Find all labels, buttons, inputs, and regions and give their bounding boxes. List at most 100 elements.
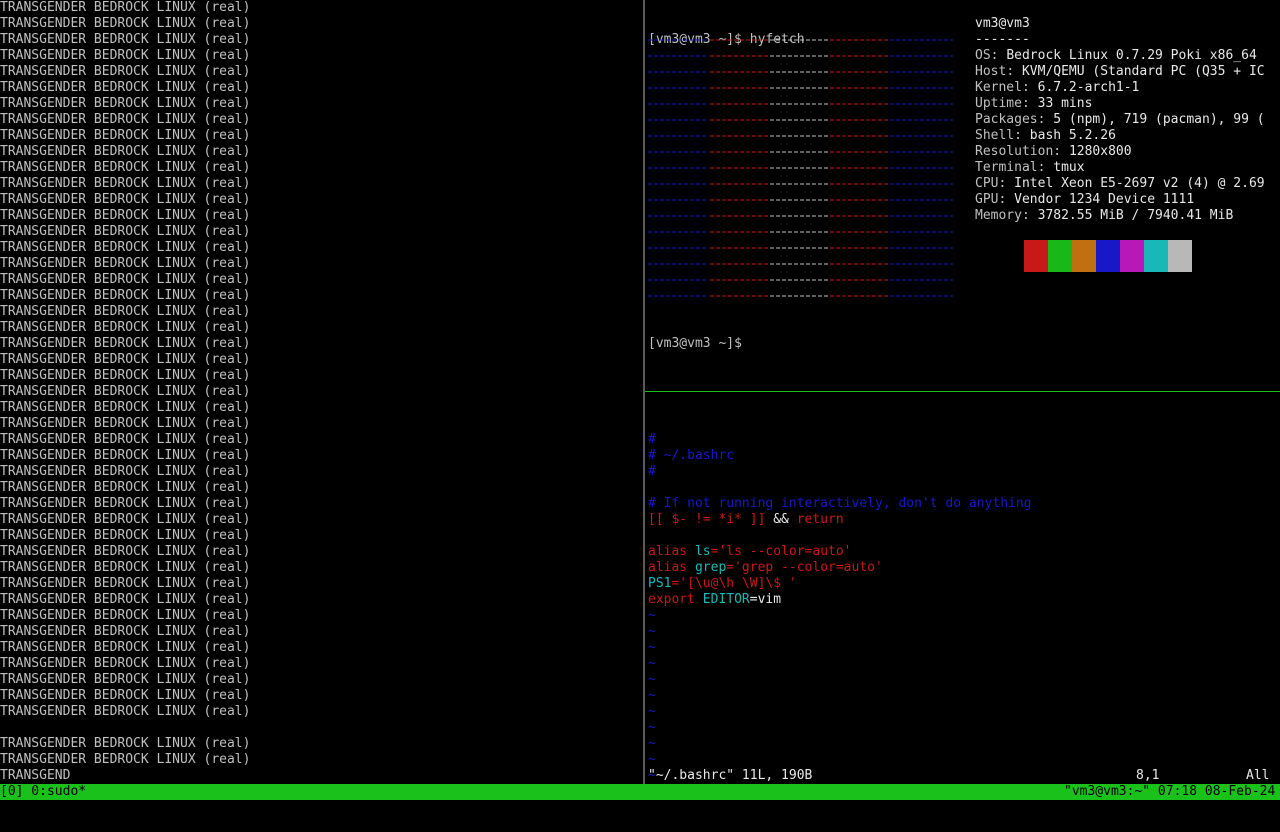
terminal-output-line: TRANSGENDER BEDROCK LINUX (real) <box>0 512 251 527</box>
terminal-output-line: TRANSGENDER BEDROCK LINUX (real) <box>0 704 251 719</box>
terminal-output-line: TRANSGENDER BEDROCK LINUX (real) <box>0 624 251 639</box>
terminal-output-line: TRANSGENDER BEDROCK LINUX (real) <box>0 96 251 111</box>
left-terminal-pane[interactable]: TRANSGENDER BEDROCK LINUX (real) TRANSGEN… <box>0 0 642 784</box>
fetch-info-row: CPU: Intel Xeon E5-2697 v2 (4) @ 2.69 <box>975 176 1265 191</box>
bedrock-logo-art <box>648 39 953 297</box>
color-swatch <box>1096 240 1120 272</box>
fetch-info-key: Terminal <box>975 160 1038 175</box>
fetch-info-key: Kernel <box>975 80 1022 95</box>
color-swatch <box>1000 240 1024 272</box>
fetch-separator: ------- <box>975 32 1030 47</box>
horizontal-pane-divider[interactable] <box>645 391 1280 392</box>
vim-buffer-line: # <box>648 464 1280 480</box>
fetch-info-value: 3782.55 MiB / 7940.41 MiB <box>1037 208 1234 223</box>
terminal-output-line: TRANSGENDER BEDROCK LINUX (real) <box>0 496 251 511</box>
fetch-title: vm3@vm3 <box>975 16 1030 31</box>
terminal-output-line: TRANSGENDER BEDROCK LINUX (real) <box>0 464 251 479</box>
fetch-info-row: Packages: 5 (npm), 719 (pacman), 99 ( <box>975 112 1265 127</box>
fetch-info-key: Shell <box>975 128 1015 143</box>
vim-token: ='ls --color=auto' <box>710 544 852 559</box>
vim-empty-line-marker: ~ <box>648 656 656 671</box>
fetch-info-value: Vendor 1234 Device 1111 <box>1014 192 1195 207</box>
terminal-output-line: TRANSGEND <box>0 768 71 783</box>
vim-token: alias <box>648 544 695 559</box>
vim-empty-line-marker: ~ <box>648 704 656 719</box>
vim-empty-line-marker: ~ <box>648 608 656 623</box>
vim-token: # If not running interactively, don't do… <box>648 496 1032 511</box>
terminal-output-line: TRANSGENDER BEDROCK LINUX (real) <box>0 320 251 335</box>
color-swatch <box>1168 240 1192 272</box>
vim-token: EDITOR <box>702 592 750 607</box>
vim-token: PS1 <box>648 576 672 591</box>
terminal-output-line: TRANSGENDER BEDROCK LINUX (real) <box>0 656 251 671</box>
vim-buffer-line: alias ls='ls --color=auto' <box>648 544 1280 560</box>
terminal-output-line: TRANSGENDER BEDROCK LINUX (real) <box>0 48 251 63</box>
color-swatch <box>1120 240 1144 272</box>
fetch-info-row: Uptime: 33 mins <box>975 96 1093 111</box>
fetch-info-row: Resolution: 1280x800 <box>975 144 1132 159</box>
vim-empty-line-marker: ~ <box>648 672 656 687</box>
fetch-info-row: Shell: bash 5.2.26 <box>975 128 1116 143</box>
terminal-output-line: TRANSGENDER BEDROCK LINUX (real) <box>0 112 251 127</box>
fetch-info-row: Host: KVM/QEMU (Standard PC (Q35 + IC <box>975 64 1265 79</box>
terminal-output-line: TRANSGENDER BEDROCK LINUX (real) <box>0 64 251 79</box>
vim-file-status: "~/.bashrc" 11L, 190B <box>648 768 813 783</box>
vim-buffer-line <box>648 528 1280 544</box>
terminal-output-line: TRANSGENDER BEDROCK LINUX (real) <box>0 272 251 287</box>
vim-empty-line-marker: ~ <box>648 688 656 703</box>
color-swatch <box>1072 240 1096 272</box>
terminal-output-line: TRANSGENDER BEDROCK LINUX (real) <box>0 544 251 559</box>
tmux-status-bar: [0] 0:sudo* "vm3@vm3:~" 07:18 08-Feb-24 <box>0 784 1280 800</box>
vim-token: grep <box>694 560 727 575</box>
vim-buffer-line: [[ $- != *i* ]] && return <box>648 512 1280 528</box>
fetch-info-value: KVM/QEMU (Standard PC (Q35 + IC <box>1021 64 1265 79</box>
color-swatch <box>1144 240 1168 272</box>
terminal-output-line: TRANSGENDER BEDROCK LINUX (real) <box>0 640 251 655</box>
terminal-output-line: TRANSGENDER BEDROCK LINUX (real) <box>0 192 251 207</box>
terminal-output-line: TRANSGENDER BEDROCK LINUX (real) <box>0 448 251 463</box>
tmux-session-window[interactable]: [0] 0:sudo* <box>0 784 86 800</box>
terminal-output-line: TRANSGENDER BEDROCK LINUX (real) <box>0 336 251 351</box>
fetch-info-value: 6.7.2-arch1-1 <box>1037 80 1140 95</box>
vim-editor-pane[interactable]: # # ~/.bashrc # # If not running interactiv… <box>648 400 1280 784</box>
fetch-info-row: GPU: Vendor 1234 Device 1111 <box>975 192 1195 207</box>
fetch-info-value: 1280x800 <box>1068 144 1132 159</box>
vim-buffer-line: # <box>648 432 1280 448</box>
vim-empty-line-marker: ~ <box>648 720 656 735</box>
vim-token: ='grep --color=auto' <box>726 560 883 575</box>
vim-token: # <box>648 432 656 447</box>
fetch-info-value: bash 5.2.26 <box>1029 128 1116 143</box>
terminal-output-line: TRANSGENDER BEDROCK LINUX (real) <box>0 736 251 751</box>
fetch-info-row: Kernel: 6.7.2-arch1-1 <box>975 80 1140 95</box>
terminal-output-line: TRANSGENDER BEDROCK LINUX (real) <box>0 80 251 95</box>
fetch-info-key: Resolution <box>975 144 1054 159</box>
vim-token: [[ $- != *i* ]] <box>648 512 766 527</box>
vim-token: ls <box>694 544 711 559</box>
fetch-info-row: OS: Bedrock Linux 0.7.29 Poki x86_64 <box>975 48 1257 63</box>
terminal-output-line: TRANSGENDER BEDROCK LINUX (real) <box>0 160 251 175</box>
terminal-output-line: TRANSGENDER BEDROCK LINUX (real) <box>0 368 251 383</box>
vertical-pane-divider[interactable] <box>643 0 645 784</box>
terminal-output-line: TRANSGENDER BEDROCK LINUX (real) <box>0 128 251 143</box>
terminal-output-line: TRANSGENDER BEDROCK LINUX (real) <box>0 176 251 191</box>
terminal-output-line: TRANSGENDER BEDROCK LINUX (real) <box>0 304 251 319</box>
vim-scroll-indicator: All <box>1246 768 1270 783</box>
vim-buffer-line: PS1='[\u@\h \W]\$ ' <box>648 576 1280 592</box>
vim-buffer-line: # ~/.bashrc <box>648 448 1280 464</box>
terminal-output-line: TRANSGENDER BEDROCK LINUX (real) <box>0 400 251 415</box>
vim-token: && <box>765 512 797 527</box>
terminal-output-line: TRANSGENDER BEDROCK LINUX (real) <box>0 416 251 431</box>
vim-token: export <box>648 592 703 607</box>
fetch-info-value: tmux <box>1053 160 1085 175</box>
color-swatch <box>1024 240 1048 272</box>
terminal-output-line: TRANSGENDER BEDROCK LINUX (real) <box>0 480 251 495</box>
terminal-output-line: TRANSGENDER BEDROCK LINUX (real) <box>0 752 251 767</box>
terminal-output-line: TRANSGENDER BEDROCK LINUX (real) <box>0 576 251 591</box>
terminal-output-line: TRANSGENDER BEDROCK LINUX (real) <box>0 16 251 31</box>
fetch-info-block: vm3@vm3 ------- OS: Bedrock Linux 0.7.29… <box>975 16 1280 224</box>
shell-prompt[interactable]: [vm3@vm3 ~]$ <box>648 336 948 352</box>
terminal-output-line: TRANSGENDER BEDROCK LINUX (real) <box>0 32 251 47</box>
terminal-output-line: TRANSGENDER BEDROCK LINUX (real) <box>0 352 251 367</box>
terminal-output-line: TRANSGENDER BEDROCK LINUX (real) <box>0 432 251 447</box>
terminal-output-line: TRANSGENDER BEDROCK LINUX (real) <box>0 560 251 575</box>
